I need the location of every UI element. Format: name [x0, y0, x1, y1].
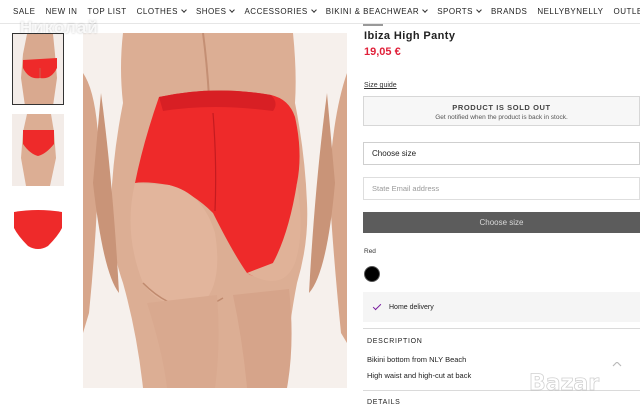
nav-item-label: NELLYBYNELLY	[537, 7, 604, 16]
description-line-2: High waist and high-cut at back	[367, 371, 472, 380]
chevron-down-icon	[310, 7, 317, 13]
thumbnail-front-image	[12, 114, 64, 186]
nav-item-label: SHOES	[195, 7, 227, 16]
nav-item-label: SPORTS	[437, 7, 473, 16]
nav-item-bikini-beachwear[interactable]: BIKINI & BEACHWEAR	[325, 7, 429, 16]
nav-item-label: OUTLET	[613, 7, 640, 16]
email-field[interactable]: State Email address	[363, 177, 640, 200]
checkmark-icon	[372, 301, 382, 310]
choose-size-button[interactable]: Choose size	[363, 212, 640, 233]
nav-item-nellybynelly[interactable]: NELLYBYNELLY	[537, 7, 603, 16]
thumbnail-product-image	[14, 210, 62, 249]
chevron-down-icon	[181, 7, 187, 13]
watermark-bottom: Bazar	[525, 361, 637, 398]
delivery-label: Home delivery	[389, 303, 434, 311]
nav-item-label: CLOTHES	[136, 7, 178, 16]
nav-item-label: TOP LIST	[87, 7, 127, 16]
details-heading[interactable]: DETAILS	[367, 399, 401, 406]
description-line-1: Bikini bottom from NLY Beach	[367, 355, 467, 364]
nav-item-brands[interactable]: BRANDS	[491, 7, 527, 16]
title-divider	[363, 24, 383, 26]
sold-out-subtitle: Get notified when the product is back in…	[435, 114, 568, 121]
chevron-down-icon	[476, 7, 482, 13]
main-product-photo	[83, 33, 347, 388]
nav-item-outlet[interactable]: OUTLET	[614, 7, 640, 16]
chevron-down-icon	[229, 7, 236, 13]
nav-item-sports[interactable]: SPORTS	[437, 7, 482, 16]
thumbnail-back-image	[13, 34, 63, 104]
nav-item-label: SALE	[13, 7, 36, 16]
product-price: 19,05 €	[364, 46, 401, 58]
thumbnail-front-view[interactable]	[12, 114, 64, 186]
watermark-top: Николай	[20, 18, 99, 37]
thumbnail-back-view[interactable]	[12, 33, 64, 105]
svg-text:Bazar: Bazar	[529, 371, 599, 396]
nav-item-label: BIKINI & BEACHWEAR	[325, 7, 420, 16]
nav-item-label: BRANDS	[490, 7, 528, 16]
sold-out-notice[interactable]: PRODUCT IS SOLD OUT Get notified when th…	[363, 96, 640, 126]
home-delivery-row: Home delivery	[363, 292, 640, 322]
description-heading[interactable]: DESCRIPTION	[367, 338, 423, 345]
nav-item-shoes[interactable]: SHOES	[195, 7, 236, 16]
description-divider	[363, 328, 640, 329]
bazar-watermark-logo: Bazar	[529, 361, 622, 396]
chevron-down-icon	[422, 7, 429, 13]
color-swatch-black[interactable]	[364, 266, 380, 282]
product-title: Ibiza High Panty	[364, 30, 456, 42]
nav-item-sale[interactable]: SALE	[13, 7, 35, 16]
nav-item-label: ACCESSORIES	[244, 7, 308, 16]
sold-out-title: PRODUCT IS SOLD OUT	[452, 103, 551, 112]
nav-item-clothes[interactable]: CLOTHES	[136, 7, 187, 16]
size-select[interactable]: Choose size	[363, 142, 640, 165]
nav-item-new-in[interactable]: NEW IN	[45, 7, 77, 16]
color-name: Red	[364, 248, 376, 255]
nav-item-accessories[interactable]: ACCESSORIES	[244, 7, 317, 16]
nav-item-label: NEW IN	[45, 7, 78, 16]
nav-item-top-list[interactable]: TOP LIST	[87, 7, 126, 16]
main-product-image[interactable]	[83, 33, 347, 388]
size-guide-link[interactable]: Size guide	[364, 82, 397, 89]
thumbnail-product-only[interactable]	[12, 206, 64, 254]
